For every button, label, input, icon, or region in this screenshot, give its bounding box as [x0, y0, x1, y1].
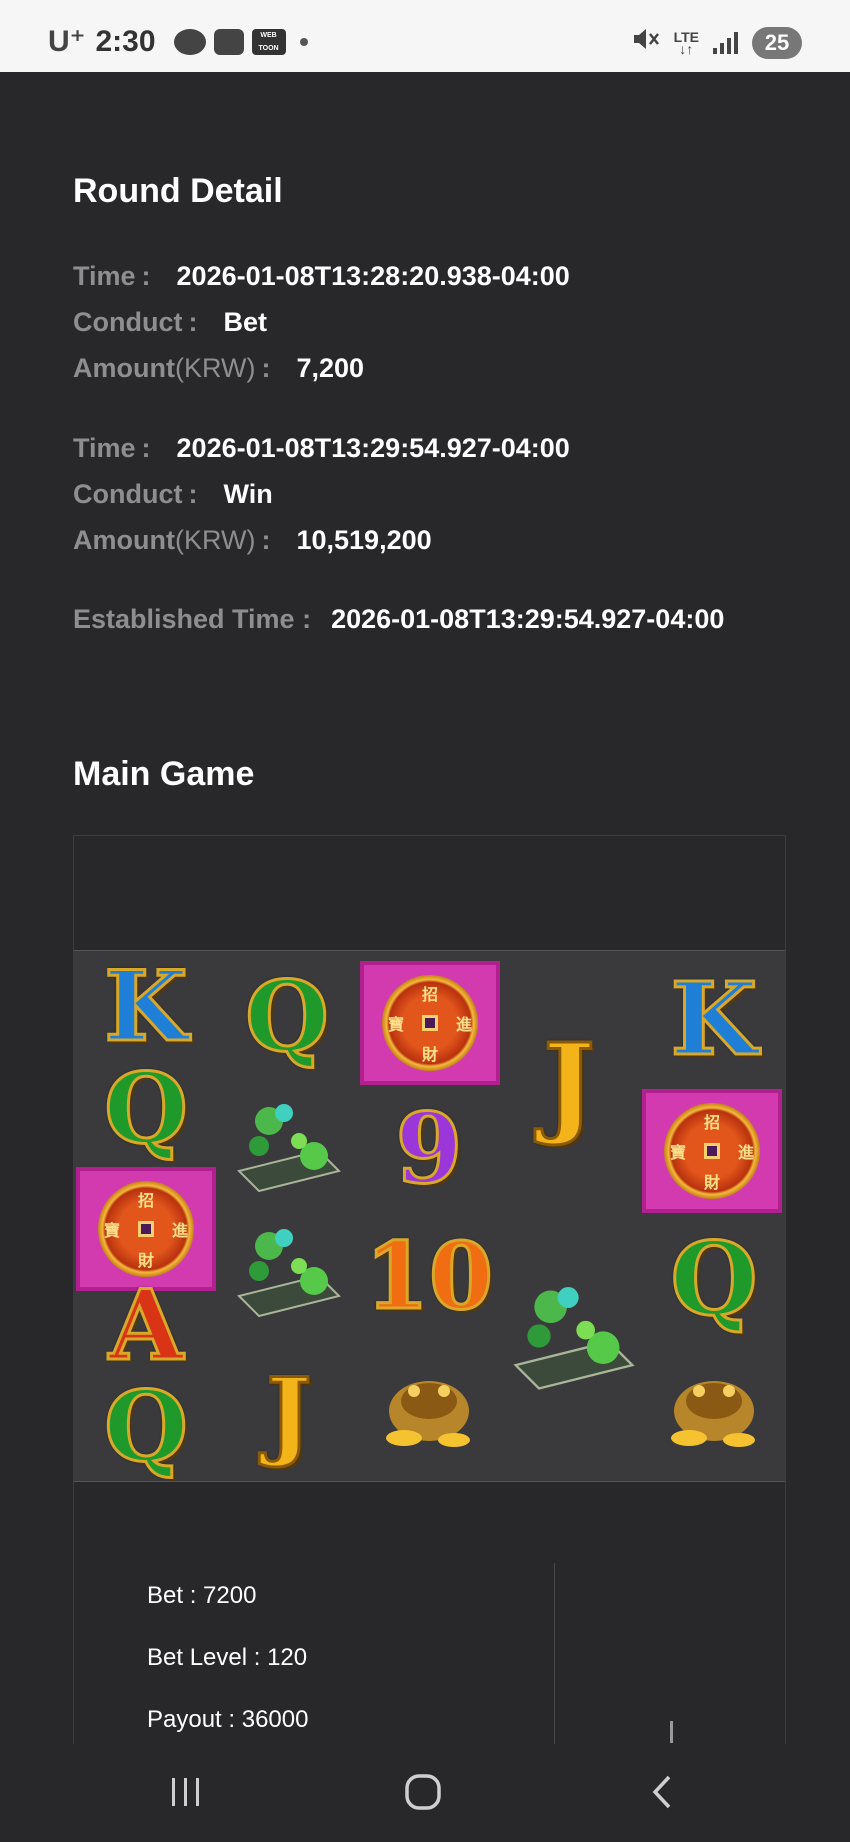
system-nav-bar — [0, 1744, 850, 1842]
symbol-jade — [229, 1216, 349, 1326]
symbol-9: 9 — [394, 1091, 464, 1207]
lte-icon: LTE ↓↑ — [673, 28, 699, 57]
symbol-k: K — [669, 958, 759, 1079]
time-label: Time — [73, 433, 136, 463]
symbol-10: 10 — [363, 1221, 494, 1332]
established-time: 2026-01-08T13:29:54.927-04:00 — [331, 604, 725, 634]
recent-apps-icon[interactable] — [156, 1772, 216, 1812]
symbol-jade — [504, 1271, 644, 1401]
entry-2-conduct-row: Conduct: Win — [73, 479, 273, 509]
status-right: LTE ↓↑ 25 — [632, 26, 802, 59]
symbol-q: Q — [669, 1219, 759, 1340]
symbol-q: Q — [244, 958, 331, 1074]
symbol-j: J — [265, 1356, 313, 1472]
conduct-label: Conduct — [73, 479, 183, 509]
entry-2-amount: 10,519,200 — [296, 525, 432, 555]
entry-1-conduct: Bet — [223, 307, 267, 337]
entry-1-amount: 7,200 — [296, 353, 365, 383]
symbol-toad — [659, 1356, 769, 1456]
main-game-title: Main Game — [73, 755, 255, 793]
symbol-coin: 招寶進財 — [360, 961, 500, 1085]
notification-icons: WEB TOON — [173, 28, 308, 55]
established-time-label: Established Time : — [73, 604, 312, 634]
bet-text: Bet : 7200 — [147, 1582, 257, 1609]
time-label: Time — [73, 261, 136, 291]
conduct-label: Conduct — [73, 307, 183, 337]
entry-1-amount-row: Amount(KRW): 7,200 — [73, 353, 365, 383]
entry-2-amount-row: Amount(KRW): 10,519,200 — [73, 525, 432, 555]
carrier-label: U⁺ — [48, 25, 86, 58]
bet-level-text: Bet Level : 120 — [147, 1644, 308, 1671]
entry-1-conduct-row: Conduct: Bet — [73, 307, 267, 337]
symbol-k: K — [103, 948, 189, 1064]
amount-label: Amount(KRW) — [73, 525, 256, 555]
entry-2-time: 2026-01-08T13:29:54.927-04:00 — [176, 433, 570, 463]
amount-label: Amount(KRW) — [73, 353, 256, 383]
signal-icon — [713, 31, 738, 54]
mute-icon — [632, 26, 660, 59]
round-detail-title: Round Detail — [73, 172, 283, 210]
symbol-toad — [374, 1356, 484, 1456]
home-icon[interactable] — [393, 1772, 453, 1812]
symbol-jade — [229, 1091, 349, 1201]
scroll-indicator — [670, 1721, 673, 1743]
clock: 2:30 — [95, 24, 156, 58]
main-game-panel: K Q 招寶進財 A Q Q J 招寶進財 9 10 J K 招寶進財 Q Be… — [73, 835, 786, 1842]
entry-1-time-row: Time: 2026-01-08T13:28:20.938-04:00 — [73, 261, 570, 291]
symbol-q: Q — [103, 1368, 190, 1484]
news-icon — [213, 28, 244, 55]
slot-reels: K Q 招寶進財 A Q Q J 招寶進財 9 10 J K 招寶進財 Q — [74, 948, 785, 1484]
more-notifications-dot-icon — [299, 37, 308, 46]
webtoon-icon: WEB TOON — [251, 28, 286, 55]
entry-1-time: 2026-01-08T13:28:20.938-04:00 — [176, 261, 570, 291]
entry-2-conduct: Win — [223, 479, 273, 509]
entry-2-time-row: Time: 2026-01-08T13:29:54.927-04:00 — [73, 433, 570, 463]
symbol-j: J — [541, 1018, 596, 1150]
status-left: U⁺ 2:30 WEB TOON — [48, 24, 308, 59]
battery-icon: 25 — [752, 26, 802, 59]
back-icon[interactable] — [632, 1772, 692, 1812]
payout-text: Payout : 36000 — [147, 1706, 309, 1733]
symbol-q: Q — [103, 1050, 190, 1166]
symbol-a: A — [107, 1267, 184, 1383]
symbol-coin: 招寶進財 — [642, 1089, 782, 1213]
established-time-row: Established Time : 2026-01-08T13:29:54.9… — [73, 604, 724, 635]
status-bar: U⁺ 2:30 WEB TOON LTE ↓↑ 25 — [0, 0, 850, 72]
chat-bubble-icon — [173, 28, 206, 55]
